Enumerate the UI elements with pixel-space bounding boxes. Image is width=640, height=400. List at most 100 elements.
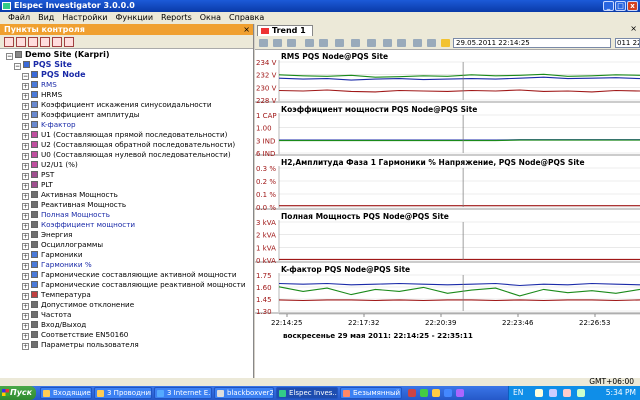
close-panel-icon[interactable]: ×	[243, 24, 250, 35]
minimize-button[interactable]: _	[603, 1, 614, 11]
volume-icon[interactable]	[549, 389, 557, 397]
tree-item[interactable]: + Активная Мощность	[0, 190, 253, 200]
expand-icon[interactable]: +	[22, 113, 29, 120]
tree-item[interactable]: + Параметры пользователя	[0, 340, 253, 350]
security-icon[interactable]	[563, 389, 571, 397]
tree-item[interactable]: − Demo Site (Karpri)	[0, 50, 253, 60]
task-elspec[interactable]: Elspec Inves...	[276, 387, 338, 399]
time-to-field[interactable]: 011 22:	[615, 38, 640, 48]
tree-item[interactable]: + Гармоники %	[0, 260, 253, 270]
collapse-icon[interactable]: −	[14, 63, 21, 70]
expand-icon[interactable]: +	[22, 293, 29, 300]
expand-icon[interactable]: +	[22, 173, 29, 180]
collapse-icon[interactable]: −	[22, 73, 29, 80]
start-button[interactable]: Пуск	[0, 386, 36, 400]
zoom-out-icon[interactable]	[273, 39, 282, 47]
maximize-button[interactable]: □	[615, 1, 626, 11]
expand-icon[interactable]: +	[22, 283, 29, 290]
expand-icon[interactable]: +	[22, 333, 29, 340]
tree-item[interactable]: + U2 (Составляющая обратной последователь…	[0, 140, 253, 150]
tree-item[interactable]: + Полная Мощность	[0, 210, 253, 220]
menu-help[interactable]: Справка	[225, 12, 268, 24]
collapse-icon[interactable]: −	[6, 53, 13, 60]
toolbar-button-3[interactable]	[28, 37, 38, 47]
tree-item[interactable]: + Энергия	[0, 230, 253, 240]
tree-item[interactable]: + Коэффициент мощности	[0, 220, 253, 230]
tree-item[interactable]: − PQS Node	[0, 70, 253, 80]
tree-item[interactable]: + PST	[0, 170, 253, 180]
measure-icon[interactable]	[319, 39, 328, 47]
menu-file[interactable]: Файл	[4, 12, 34, 24]
update-icon[interactable]	[577, 389, 585, 397]
language-indicator[interactable]: EN	[513, 386, 523, 400]
refresh-icon[interactable]	[413, 39, 422, 47]
tree-item[interactable]: − PQS Site	[0, 60, 253, 70]
tree-item[interactable]: + Гармонические составляющие реактивной м…	[0, 280, 253, 290]
expand-icon[interactable]: +	[22, 93, 29, 100]
expand-icon[interactable]: +	[22, 263, 29, 270]
zoom-in-icon[interactable]	[259, 39, 268, 47]
tree-item[interactable]: + Гармонические составляющие активной мощ…	[0, 270, 253, 280]
expand-icon[interactable]: +	[22, 133, 29, 140]
tree-item[interactable]: + PLT	[0, 180, 253, 190]
menu-view[interactable]: Вид	[34, 12, 58, 24]
expand-icon[interactable]: +	[22, 103, 29, 110]
tree-item[interactable]: + Коэффициент амплитуды	[0, 110, 253, 120]
expand-icon[interactable]: +	[22, 163, 29, 170]
close-tab-icon[interactable]: ×	[630, 24, 637, 33]
tree-item[interactable]: + Частота	[0, 310, 253, 320]
back-icon[interactable]	[383, 39, 392, 47]
expand-icon[interactable]: +	[22, 203, 29, 210]
tree-item[interactable]: + Коэффициент искажения синусоидальности	[0, 100, 253, 110]
clock-icon[interactable]	[427, 39, 436, 47]
toolbar-button-4[interactable]	[40, 37, 50, 47]
tree-item[interactable]: + Гармоники	[0, 250, 253, 260]
task-blackbox[interactable]: blackboxver2 ...	[214, 387, 274, 399]
find-icon[interactable]	[367, 39, 376, 47]
tree-item[interactable]: + Вход/Выход	[0, 320, 253, 330]
expand-icon[interactable]: +	[22, 143, 29, 150]
task-paint[interactable]: Безымянный -...	[340, 387, 402, 399]
expand-icon[interactable]: +	[22, 233, 29, 240]
task-explorer[interactable]: 3 Проводник	[94, 387, 152, 399]
time-from-field[interactable]: 29.05.2011 22:14:25	[453, 38, 611, 48]
tray-icon-5[interactable]	[456, 389, 464, 397]
expand-icon[interactable]: +	[22, 343, 29, 350]
expand-icon[interactable]: +	[22, 313, 29, 320]
pan-icon[interactable]	[287, 39, 296, 47]
tray-icon-1[interactable]	[408, 389, 416, 397]
tree-item[interactable]: + Соответствие EN50160	[0, 330, 253, 340]
menu-windows[interactable]: Окна	[196, 12, 225, 24]
forward-icon[interactable]	[397, 39, 406, 47]
export-icon[interactable]	[351, 39, 360, 47]
tab-trend-1[interactable]: Trend 1	[257, 25, 313, 36]
expand-icon[interactable]: +	[22, 273, 29, 280]
expand-icon[interactable]: +	[22, 223, 29, 230]
tree-item[interactable]: + U0 (Составляющая нулевой последовательн…	[0, 150, 253, 160]
tree-item[interactable]: + Осциллограммы	[0, 240, 253, 250]
expand-icon[interactable]: +	[22, 253, 29, 260]
expand-icon[interactable]: +	[22, 213, 29, 220]
close-button[interactable]: x	[627, 1, 638, 11]
expand-icon[interactable]: +	[22, 153, 29, 160]
tree-item[interactable]: + Реактивная Мощность	[0, 200, 253, 210]
menu-settings[interactable]: Настройки	[58, 12, 111, 24]
tree-item[interactable]: + RMS	[0, 80, 253, 90]
toolbar-button-6[interactable]	[64, 37, 74, 47]
toolbar-button-2[interactable]	[16, 37, 26, 47]
tree-item[interactable]: + Допустимое отклонение	[0, 300, 253, 310]
toolbar-button-1[interactable]	[4, 37, 14, 47]
expand-icon[interactable]: +	[22, 183, 29, 190]
menu-functions[interactable]: Функции	[112, 12, 158, 24]
expand-icon[interactable]: +	[22, 193, 29, 200]
expand-icon[interactable]: +	[22, 123, 29, 130]
tree-item[interactable]: + Температура	[0, 290, 253, 300]
star-icon[interactable]	[441, 39, 450, 47]
expand-icon[interactable]: +	[22, 303, 29, 310]
tree-item[interactable]: + U2/U1 (%)	[0, 160, 253, 170]
cursor-icon[interactable]	[305, 39, 314, 47]
tree-item[interactable]: + K-фактор	[0, 120, 253, 130]
task-inbox[interactable]: Входящие - П...	[40, 387, 92, 399]
tray-icon-3[interactable]	[432, 389, 440, 397]
task-internet-explorer[interactable]: 3 Internet E...	[154, 387, 212, 399]
